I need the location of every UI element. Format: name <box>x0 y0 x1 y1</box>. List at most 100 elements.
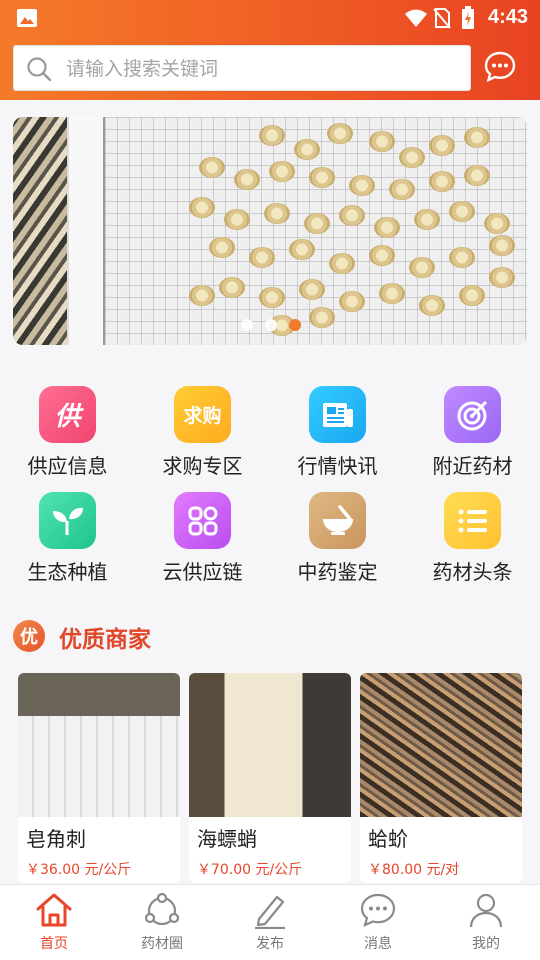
product-name: 海螵蛸 <box>197 827 257 851</box>
product-image <box>189 673 351 817</box>
nav-circle[interactable]: 药材圈 <box>108 885 216 960</box>
product-card[interactable]: 蛤蚧 ￥80.00 元/对 <box>360 673 522 883</box>
chat-bubble-icon[interactable] <box>483 50 517 84</box>
product-name: 蛤蚧 <box>368 827 408 851</box>
sprout-icon <box>39 492 96 549</box>
herb-slice <box>327 123 353 144</box>
herb-slice <box>349 175 375 196</box>
banner-prev-image <box>13 117 67 345</box>
menu-item-label: 药材头条 <box>432 560 513 584</box>
herb-slice <box>484 213 510 234</box>
premium-badge-icon: 优 <box>13 620 45 652</box>
herb-slice <box>389 179 415 200</box>
herb-slice <box>419 295 445 316</box>
herb-slice <box>264 203 290 224</box>
sprout-glyph <box>52 507 83 535</box>
herb-slice <box>269 161 295 182</box>
herb-slice <box>259 287 285 308</box>
carousel-dot-active[interactable] <box>289 319 301 331</box>
product-price: ￥80.00 元/对 <box>368 862 460 878</box>
target-glyph <box>457 400 487 430</box>
menu-item-label: 附近药材 <box>432 454 513 478</box>
search-icon <box>27 57 52 82</box>
herb-slice <box>309 307 335 328</box>
herb-slice <box>369 245 395 266</box>
herb-slice <box>219 277 245 298</box>
herb-slice <box>379 283 405 304</box>
chat-bubble-icon <box>360 893 396 927</box>
menu-item-label: 供应信息 <box>27 454 108 478</box>
circle-share-icon <box>144 892 180 926</box>
herb-slice <box>464 165 490 186</box>
menu-item-label: 云供应链 <box>162 560 243 584</box>
home-icon <box>36 893 72 927</box>
search-bar[interactable] <box>13 45 471 91</box>
herb-slice <box>449 247 475 268</box>
purchase-icon: 求购 <box>174 386 231 443</box>
product-name: 皂角刺 <box>26 827 86 851</box>
herb-slice <box>409 257 435 278</box>
herb-slice <box>374 217 400 238</box>
banner-carousel[interactable] <box>13 117 527 345</box>
herb-slice <box>209 237 235 258</box>
news-icon <box>309 386 366 443</box>
herb-slice <box>339 205 365 226</box>
herb-slice <box>189 285 215 306</box>
herb-slice <box>289 239 315 260</box>
mortar-glyph <box>322 504 353 535</box>
menu-item-label: 中药鉴定 <box>297 560 378 584</box>
nav-label: 发布 <box>256 936 284 952</box>
menu-item-planting[interactable]: 生态种植 <box>0 486 135 586</box>
menu-item-label: 生态种植 <box>27 560 108 584</box>
nav-label: 药材圈 <box>141 936 183 952</box>
menu-item-purchase[interactable]: 求购 求购专区 <box>135 380 270 480</box>
product-price: ￥36.00 元/公斤 <box>26 862 132 878</box>
herb-slice <box>339 291 365 312</box>
nav-messages[interactable]: 消息 <box>324 885 432 960</box>
apps-icon <box>174 492 231 549</box>
section-title: 优质商家 <box>59 627 151 653</box>
product-card[interactable]: 皂角刺 ￥36.00 元/公斤 <box>18 673 180 883</box>
herb-slice <box>309 167 335 188</box>
carousel-dot[interactable] <box>265 319 277 331</box>
banner-image <box>69 117 527 345</box>
nav-label: 我的 <box>472 936 500 952</box>
product-image <box>360 673 522 817</box>
herb-slice <box>369 131 395 152</box>
product-card[interactable]: 海螵蛸 ￥70.00 元/公斤 <box>189 673 351 883</box>
herb-slice <box>304 213 330 234</box>
menu-item-nearby[interactable]: 附近药材 <box>405 380 540 480</box>
herb-slice <box>249 247 275 268</box>
herb-slice <box>464 127 490 148</box>
menu-item-cloud-supply[interactable]: 云供应链 <box>135 486 270 586</box>
nav-profile[interactable]: 我的 <box>432 885 540 960</box>
menu-item-supply[interactable]: 供 供应信息 <box>0 380 135 480</box>
list-glyph <box>458 509 487 532</box>
herb-slice <box>299 279 325 300</box>
herb-slice <box>489 235 515 256</box>
herb-slice <box>259 125 285 146</box>
herb-slice <box>429 171 455 192</box>
mortar-icon <box>309 492 366 549</box>
purchase-glyph: 求购 <box>183 405 222 427</box>
search-input[interactable] <box>66 54 456 84</box>
herb-slice <box>429 135 455 156</box>
menu-item-headlines[interactable]: 药材头条 <box>405 486 540 586</box>
carousel-dot[interactable] <box>241 319 253 331</box>
nav-home[interactable]: 首页 <box>0 885 108 960</box>
herb-slice <box>199 157 225 178</box>
target-icon <box>444 386 501 443</box>
menu-item-label: 求购专区 <box>162 454 243 478</box>
user-icon <box>469 893 503 928</box>
nav-publish[interactable]: 发布 <box>216 885 324 960</box>
clock: 4:43 <box>487 6 528 28</box>
herb-slice <box>414 209 440 230</box>
gallery-icon <box>17 9 37 27</box>
menu-item-news[interactable]: 行情快讯 <box>270 380 405 480</box>
product-image <box>18 673 180 817</box>
menu-item-identify[interactable]: 中药鉴定 <box>270 486 405 586</box>
newspaper-icon <box>322 402 353 427</box>
herb-slice <box>399 147 425 168</box>
supply-icon: 供 <box>39 386 96 443</box>
list-icon <box>444 492 501 549</box>
